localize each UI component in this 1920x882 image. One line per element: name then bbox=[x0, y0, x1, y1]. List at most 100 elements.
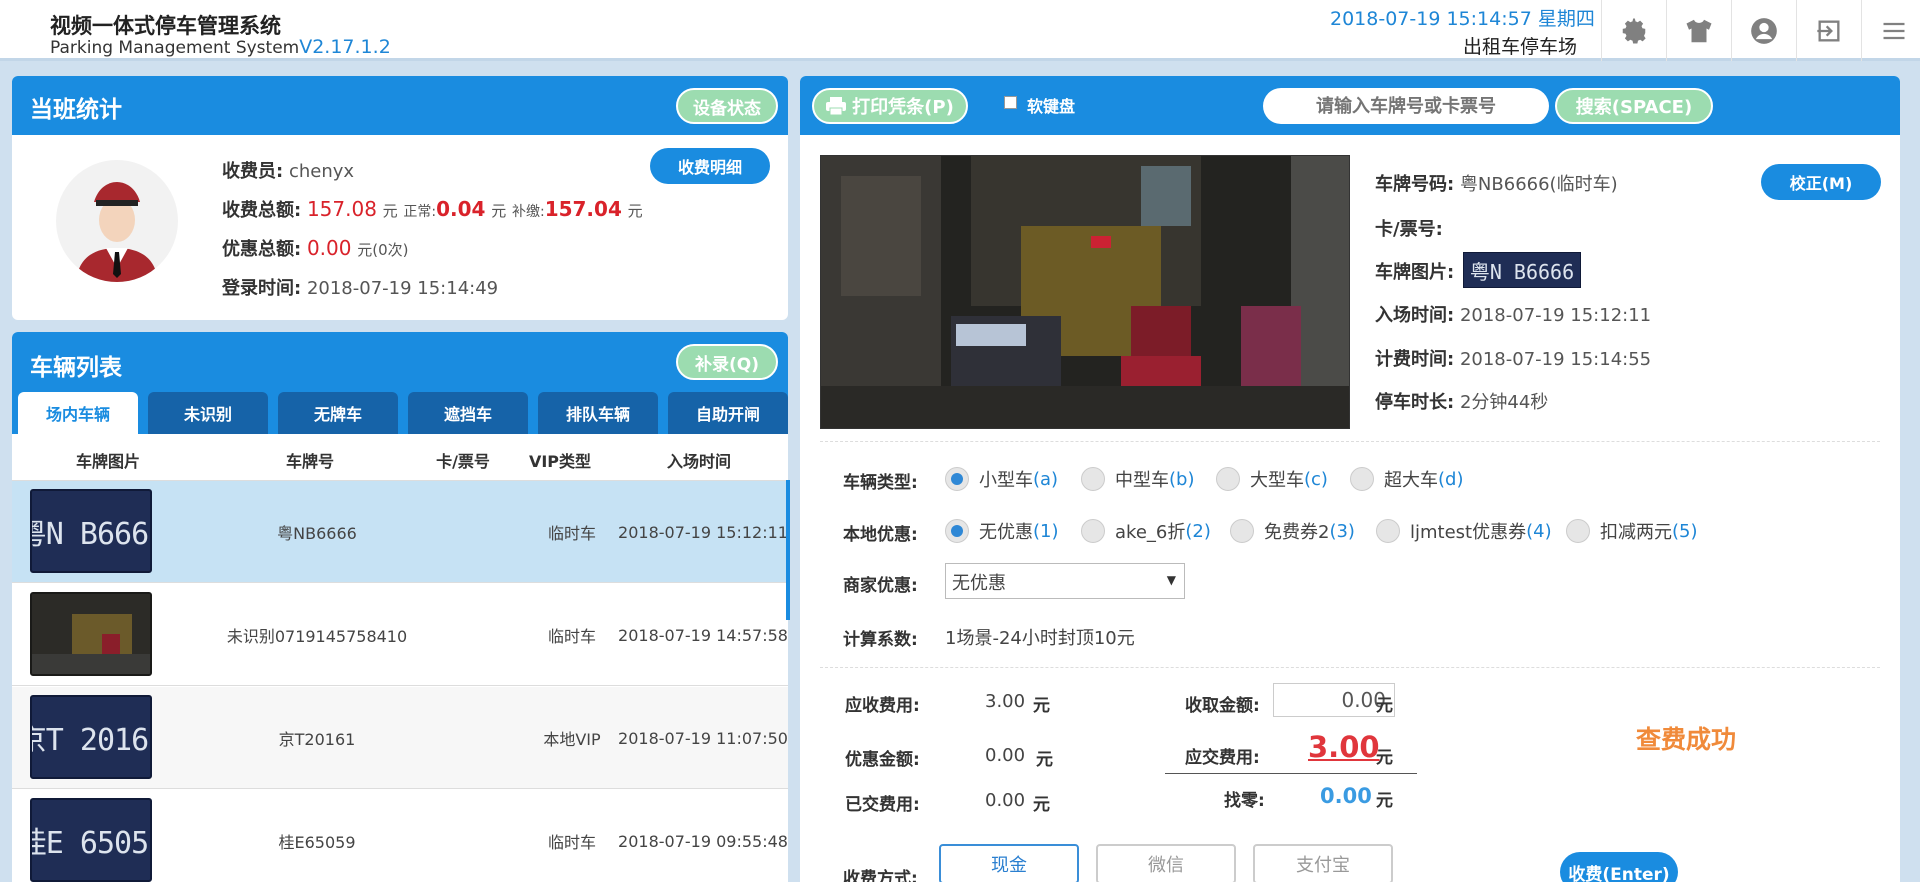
vehicle-type-medium-label: 中型车 bbox=[1115, 470, 1169, 491]
duration-row: 停车时长: 2分钟44秒 bbox=[1375, 388, 1548, 414]
app-subtitle: Parking Management SystemV2.17.1.2 bbox=[50, 36, 391, 58]
app-version: V2.17.1.2 bbox=[299, 36, 391, 58]
card-number bbox=[422, 481, 522, 583]
local-discount-free-key: (3) bbox=[1329, 520, 1355, 542]
cashier-avatar-icon bbox=[76, 182, 158, 282]
col-plate-number: 车牌号 bbox=[285, 452, 334, 471]
device-status-button[interactable]: 设备状态 bbox=[676, 88, 778, 124]
vip-type: 本地VIP bbox=[543, 730, 601, 749]
shift-stats-title: 当班统计 bbox=[30, 97, 122, 123]
vehicle-type-label: 车辆类型: bbox=[843, 473, 918, 493]
discount-total-value: 0.00 bbox=[306, 236, 352, 260]
skin-button[interactable] bbox=[1666, 0, 1730, 61]
pay-alipay-button[interactable]: 支付宝 bbox=[1253, 844, 1393, 882]
pay-cash-button[interactable]: 现金 bbox=[939, 844, 1079, 882]
col-plate-image: 车牌图片 bbox=[75, 452, 140, 471]
supplement-record-button[interactable]: 补录(Q) bbox=[676, 344, 778, 380]
duration-value: 2分钟44秒 bbox=[1459, 392, 1549, 413]
plate-number: 未识别0719145758410 bbox=[226, 627, 408, 646]
vehicle-type-xlarge[interactable]: 超大车 (d) bbox=[1350, 466, 1463, 492]
exit-icon bbox=[1816, 20, 1839, 41]
table-row[interactable]: 未识别0719145758410 临时车 2018-07-19 14:57:58 bbox=[12, 584, 788, 686]
tab-unrecognized[interactable]: 未识别 bbox=[148, 392, 268, 434]
coefficient-value: 1场景-24小时封顶10元 bbox=[945, 628, 1135, 649]
search-button[interactable]: 搜索(SPACE) bbox=[1555, 88, 1713, 124]
radio-icon bbox=[945, 467, 969, 491]
discount-amount-value: 0.00 bbox=[985, 745, 1026, 766]
receivable-value: 3.00 bbox=[985, 691, 1026, 712]
normal-fee-label: 正常: bbox=[403, 204, 437, 220]
charge-button[interactable]: 收费(Enter) bbox=[1560, 852, 1678, 882]
menu-button[interactable] bbox=[1861, 0, 1920, 61]
vip-type: 临时车 bbox=[547, 524, 596, 543]
total-fee-unit: 元 bbox=[382, 202, 398, 220]
vehicle-type-small[interactable]: 小型车 (a) bbox=[945, 466, 1058, 492]
local-discount-ljmtest[interactable]: ljmtest优惠券 (4) bbox=[1376, 518, 1552, 544]
entry-time-row: 入场时间: 2018-07-19 15:12:11 bbox=[1375, 301, 1651, 327]
charge-time-row: 计费时间: 2018-07-19 15:14:55 bbox=[1375, 345, 1651, 371]
tab-blocked[interactable]: 遮挡车 bbox=[408, 392, 528, 434]
vehicle-type-medium[interactable]: 中型车 (b) bbox=[1081, 466, 1194, 492]
col-entry-time: 入场时间 bbox=[666, 452, 731, 471]
tab-in-lot[interactable]: 场内车辆 bbox=[18, 392, 138, 434]
local-discount-minus2-label: 扣减两元 bbox=[1600, 522, 1672, 543]
search-input[interactable] bbox=[1263, 88, 1549, 124]
plate-thumbnail: 桂E 65059 bbox=[30, 798, 152, 882]
radio-icon bbox=[1350, 467, 1374, 491]
cashier-avatar bbox=[56, 160, 178, 282]
vip-type: 临时车 bbox=[547, 833, 596, 852]
local-discount-ake[interactable]: ake_6折 (2) bbox=[1081, 518, 1211, 544]
plate-image: 粤N B6666 bbox=[1463, 252, 1581, 288]
vehicle-type-large[interactable]: 大型车 (c) bbox=[1216, 466, 1328, 492]
card-number bbox=[422, 687, 522, 789]
received-unit: 元 bbox=[1376, 696, 1393, 716]
user-button[interactable] bbox=[1731, 0, 1795, 61]
logout-button[interactable] bbox=[1796, 0, 1860, 61]
radio-icon bbox=[1216, 467, 1240, 491]
pay-wechat-button[interactable]: 微信 bbox=[1096, 844, 1236, 882]
top-bar: 视频一体式停车管理系统 Parking Management SystemV2.… bbox=[0, 0, 1920, 61]
list-scrollbar[interactable] bbox=[786, 480, 790, 620]
radio-icon bbox=[1376, 519, 1400, 543]
duration-label: 停车时长: bbox=[1375, 392, 1455, 413]
paid-value: 0.00 bbox=[985, 790, 1026, 811]
supplement-fee-value: 157.04 bbox=[544, 197, 622, 221]
tab-queue[interactable]: 排队车辆 bbox=[538, 392, 658, 434]
vehicle-type-medium-key: (b) bbox=[1169, 468, 1195, 490]
discount-amount-unit: 元 bbox=[1036, 750, 1053, 770]
cashier-row: 收费员: chenyx bbox=[222, 157, 354, 183]
settings-button[interactable] bbox=[1601, 0, 1665, 61]
print-receipt-button[interactable]: 打印凭条(P) bbox=[812, 88, 968, 124]
supplement-fee-label: 补缴: bbox=[511, 204, 545, 220]
coefficient-label: 计算系数: bbox=[843, 630, 918, 650]
tab-self-gate[interactable]: 自助开闸 bbox=[668, 392, 788, 434]
charge-time-value: 2018-07-19 15:14:55 bbox=[1459, 349, 1652, 370]
local-discount-minus2-key: (5) bbox=[1672, 520, 1698, 542]
merchant-discount-value: 无优惠 bbox=[952, 573, 1006, 594]
table-row[interactable]: 桂E 65059 桂E65059 临时车 2018-07-19 09:55:48 bbox=[12, 790, 788, 882]
soft-keyboard-checkbox[interactable] bbox=[1004, 96, 1017, 109]
local-discount-none[interactable]: 无优惠 (1) bbox=[945, 518, 1059, 544]
fee-detail-button[interactable]: 收费明细 bbox=[650, 148, 770, 184]
login-time-row: 登录时间: 2018-07-19 15:14:49 bbox=[222, 274, 498, 300]
local-discount-minus2[interactable]: 扣减两元 (5) bbox=[1566, 518, 1698, 544]
received-label: 收取金额: bbox=[1185, 696, 1260, 716]
table-row[interactable]: 粤N B6666 粤NB6666 临时车 2018-07-19 15:12:11 bbox=[12, 481, 788, 583]
payment-method-label: 收费方式: bbox=[843, 869, 918, 882]
radio-icon bbox=[1230, 519, 1254, 543]
vehicle-type-xlarge-label: 超大车 bbox=[1384, 470, 1438, 491]
login-time-label: 登录时间: bbox=[222, 278, 302, 299]
table-row[interactable]: 京T 20161 京T20161 本地VIP 2018-07-19 11:07:… bbox=[12, 687, 788, 789]
correct-button[interactable]: 校正(M) bbox=[1761, 164, 1881, 200]
payable-unit: 元 bbox=[1376, 748, 1393, 768]
discount-total-unit: 元 bbox=[357, 241, 373, 259]
tab-no-plate[interactable]: 无牌车 bbox=[278, 392, 398, 434]
local-discount-none-key: (1) bbox=[1033, 520, 1059, 542]
merchant-discount-select[interactable]: 无优惠 ▼ bbox=[945, 563, 1185, 599]
section-divider bbox=[820, 441, 1880, 442]
local-discount-free[interactable]: 免费券2 (3) bbox=[1230, 518, 1355, 544]
fee-status: 查费成功 bbox=[1636, 725, 1737, 754]
gear-icon bbox=[1622, 18, 1646, 43]
discount-total-row: 优惠总额: 0.00 元(0次) bbox=[222, 235, 408, 261]
vehicle-snapshot bbox=[820, 155, 1350, 429]
